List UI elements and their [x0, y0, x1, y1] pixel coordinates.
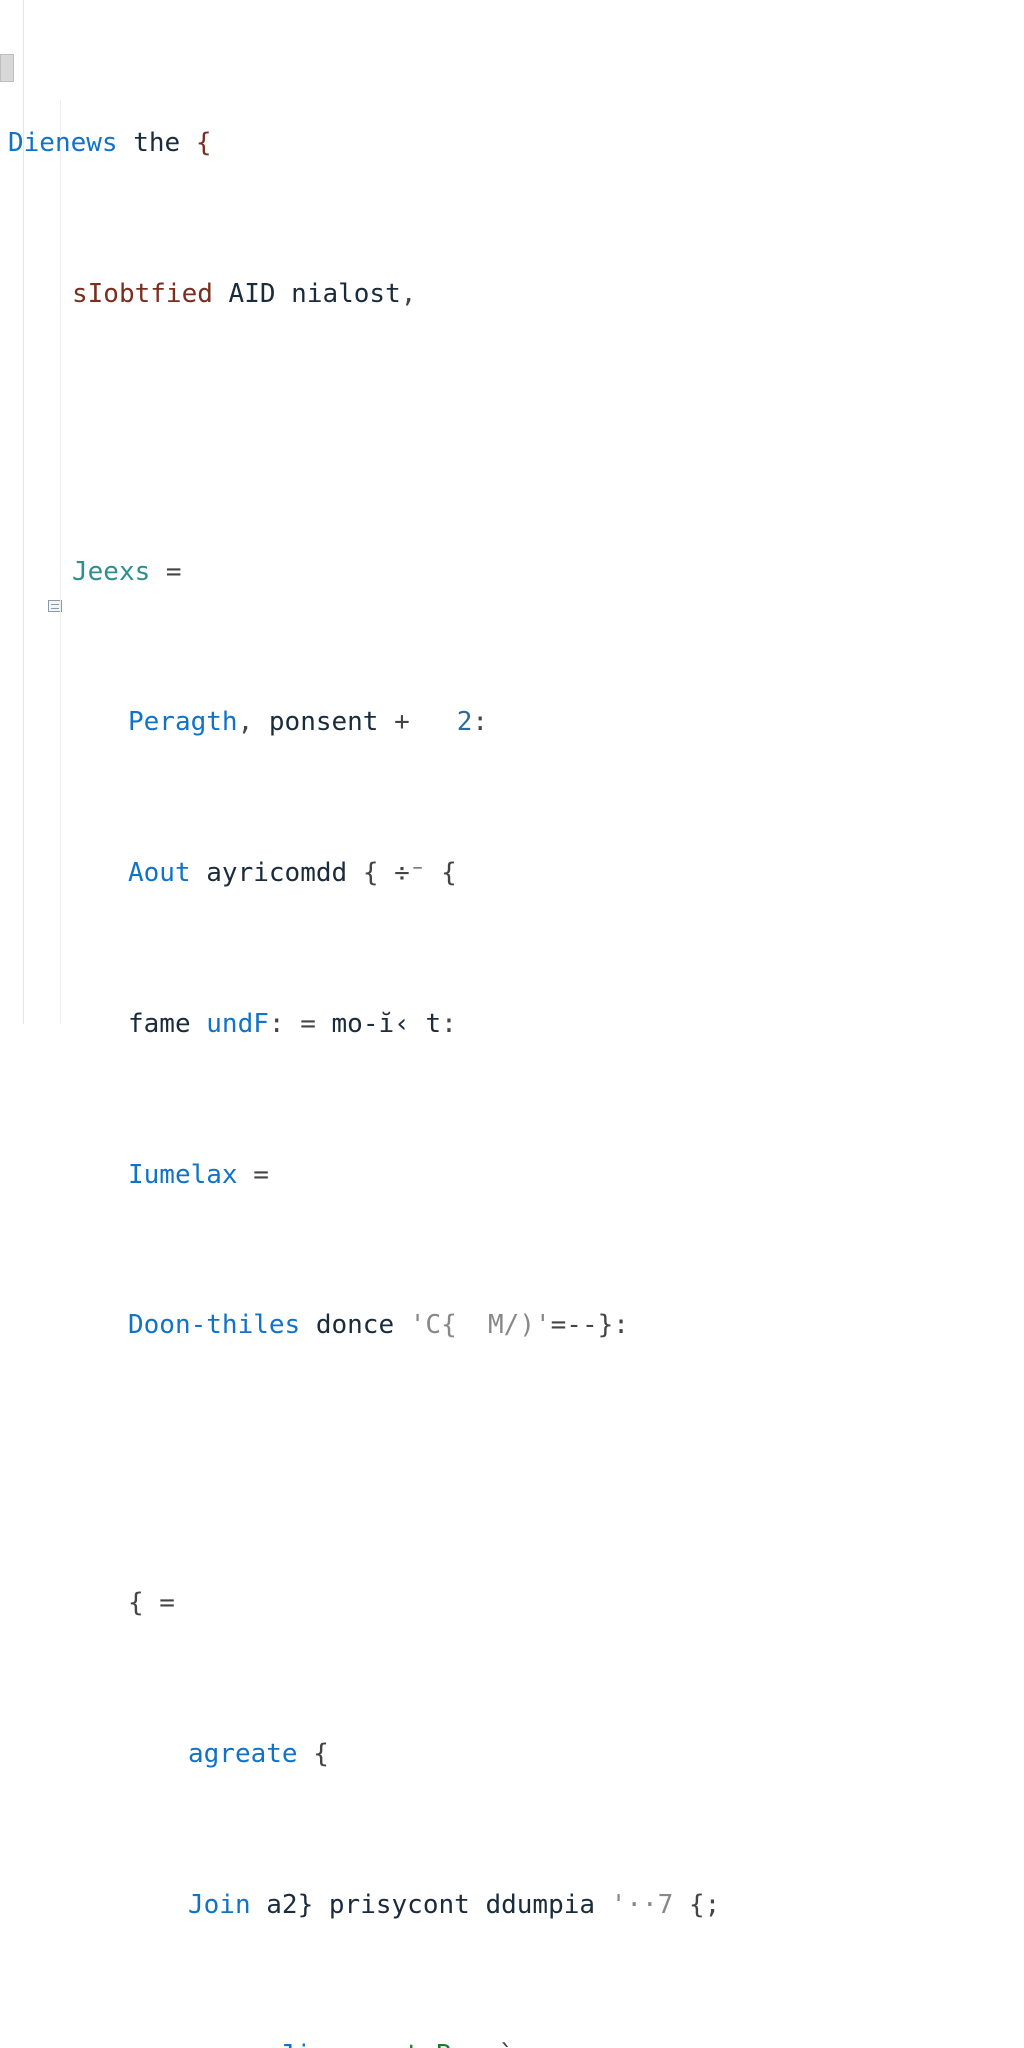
code-line: agreate {: [0, 1736, 1012, 1774]
code-line: + Jjnm: = taBe s`;: [0, 2037, 1012, 2048]
code-line: sIobtfied AID nialost,: [0, 276, 1012, 314]
code-line: { =: [0, 1585, 1012, 1623]
code-editor[interactable]: Dienews the { sIobtfied AID nialost, Jee…: [0, 12, 1012, 2048]
token-keyword: Dienews: [8, 128, 118, 158]
code-line: Doon-thiles donce 'C{ M/)'=--}:: [0, 1307, 1012, 1345]
code-line: Dienews the {: [0, 125, 1012, 163]
code-line: Iumelax =: [0, 1157, 1012, 1195]
code-line: Aout ayricomdd { ÷⁻ {: [0, 855, 1012, 893]
code-line: Join a2} prisycont ddumpia '··7 {;: [0, 1887, 1012, 1925]
code-line: Peragth, ponsent + 2:: [0, 704, 1012, 742]
code-line: Jeexs =: [0, 554, 1012, 592]
code-line: fame undF: = mo-ĭ‹ t:: [0, 1006, 1012, 1044]
